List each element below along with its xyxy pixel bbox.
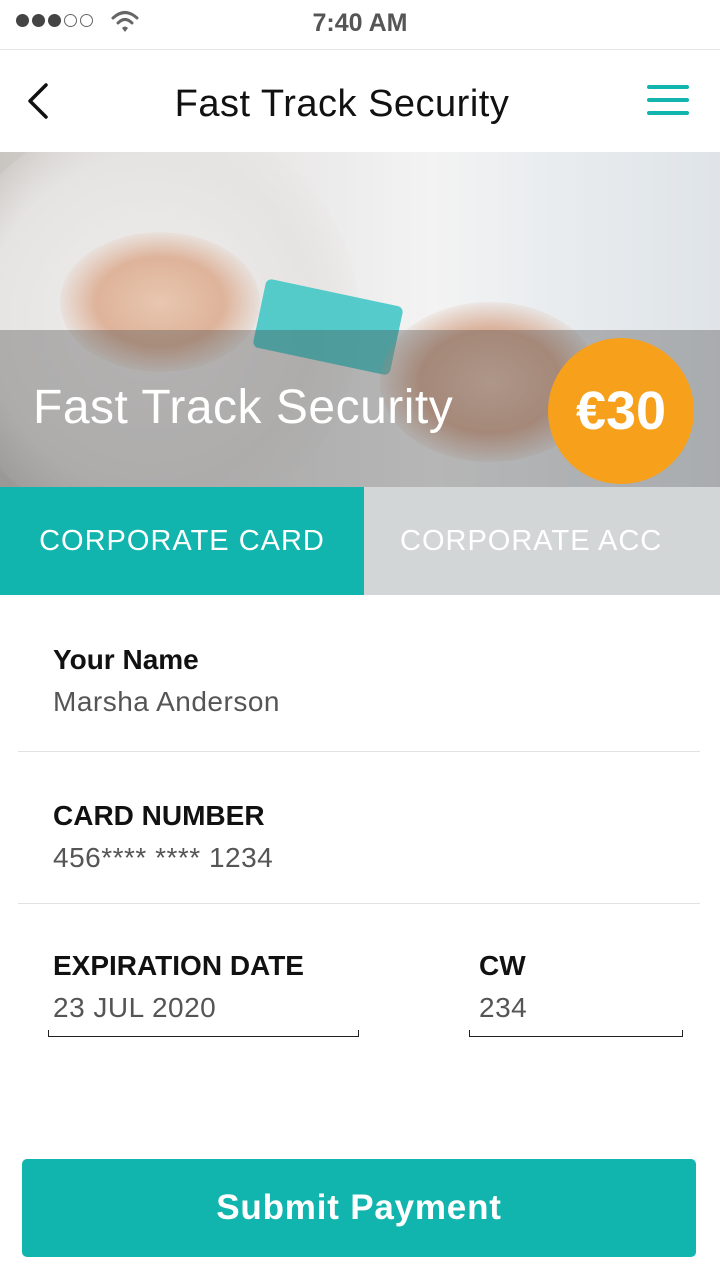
status-bar: 7:40 AM [0,0,720,50]
expiration-label: EXPIRATION DATE [53,950,304,981]
expiration-value[interactable]: 23 JUL 2020 [53,992,216,1024]
card-number-field[interactable]: CARD NUMBER 456**** **** 1234 [18,796,700,886]
hamburger-menu-icon[interactable] [644,83,692,119]
card-number-label: CARD NUMBER [53,800,265,831]
cvv-field[interactable]: CW 234 [444,946,694,1038]
app-header: Fast Track Security [0,51,720,152]
page-title: Fast Track Security [174,83,510,125]
price-badge: €30 [548,338,694,484]
status-time: 7:40 AM [312,9,408,37]
expiration-field[interactable]: EXPIRATION DATE 23 JUL 2020 [18,946,368,1038]
submit-payment-button[interactable]: Submit Payment [22,1159,696,1257]
hero-title: Fast Track Security [33,381,454,434]
payment-tabs: CORPORATE CARD CORPORATE ACC [0,487,720,595]
name-field[interactable]: Your Name Marsha Anderson [18,640,700,730]
cvv-value[interactable]: 234 [479,992,527,1024]
hero-banner: Fast Track Security €30 [0,152,720,487]
divider [18,903,700,904]
name-label: Your Name [53,644,199,675]
tab-corporate-account[interactable]: CORPORATE ACC [364,487,720,595]
card-number-value[interactable]: 456**** **** 1234 [53,842,273,874]
name-value[interactable]: Marsha Anderson [53,686,280,718]
cvv-underline [469,1030,683,1037]
cvv-label: CW [479,950,526,981]
divider [18,751,700,752]
expiration-underline [48,1030,359,1037]
tab-corporate-card[interactable]: CORPORATE CARD [0,487,364,595]
